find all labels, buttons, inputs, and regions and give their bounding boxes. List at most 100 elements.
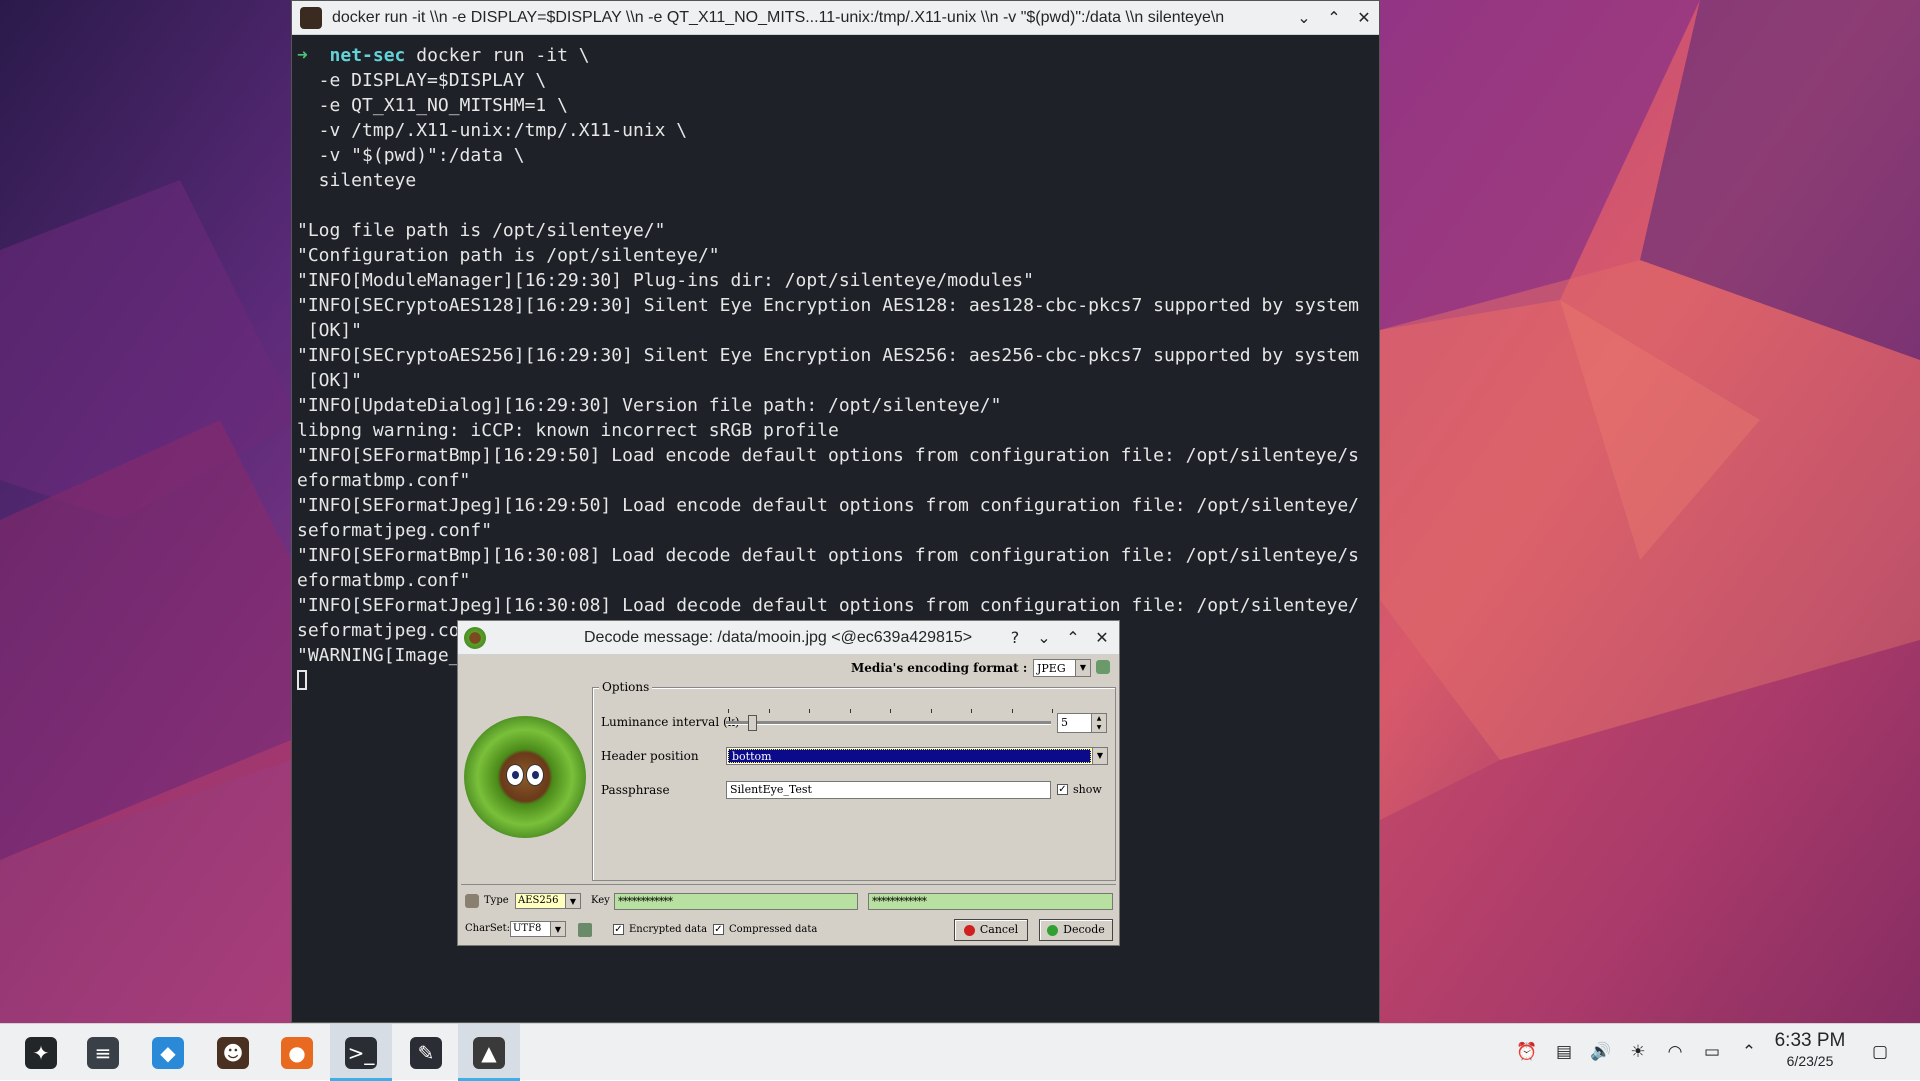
type-select[interactable]: AES256 ▼ xyxy=(515,893,581,909)
decode-message-dialog[interactable]: Decode message: /data/mooin.jpg <@ec639a… xyxy=(457,620,1120,946)
maximize-icon[interactable]: ⌃ xyxy=(1322,6,1346,30)
firefox-icon: ● xyxy=(281,1037,313,1069)
luminance-value: 5 xyxy=(1061,716,1068,729)
key-input[interactable]: ************ xyxy=(614,893,858,910)
slider-tick xyxy=(930,709,932,713)
dialog-titlebar[interactable]: Decode message: /data/mooin.jpg <@ec639a… xyxy=(458,621,1119,655)
luminance-slider-handle[interactable] xyxy=(748,715,758,731)
notifications-icon[interactable]: ⏰ xyxy=(1515,1040,1539,1064)
taskbar-app-button[interactable]: ✦ xyxy=(10,1024,72,1081)
show-checkbox[interactable]: ✓ xyxy=(1057,784,1068,795)
system-settings-icon: ≡ xyxy=(87,1037,119,1069)
decode-label: Decode xyxy=(1063,923,1105,936)
charset-options-icon[interactable] xyxy=(578,923,592,937)
brightness-icon[interactable]: ☀ xyxy=(1626,1040,1650,1064)
media-format-value: JPEG xyxy=(1037,662,1066,675)
terminal-output[interactable]: ➜ net-sec docker run -it \ -e DISPLAY=$D… xyxy=(297,43,1375,668)
clock-date[interactable]: 6/23/25 xyxy=(1770,1053,1850,1069)
compressed-data-checkbox[interactable]: ✓ xyxy=(713,924,724,935)
terminal-line: -e QT_X11_NO_MITSHM=1 \ xyxy=(297,95,568,116)
type-label: Type xyxy=(484,895,509,906)
terminal-line: "INFO[SEFormatJpeg][16:30:08] Load decod… xyxy=(297,595,1360,616)
format-options-icon[interactable] xyxy=(1096,660,1110,674)
charset-select[interactable]: UTF8 ▼ xyxy=(510,921,566,937)
prompt-directory: net-sec xyxy=(329,45,406,66)
taskbar-app-button[interactable]: >_ xyxy=(330,1024,392,1081)
passphrase-input[interactable]: SilentEye_Test xyxy=(726,781,1051,799)
terminal-line: eformatbmp.conf" xyxy=(297,470,471,491)
terminal-line: eformatbmp.conf" xyxy=(297,570,471,591)
silenteye-icon: ☻ xyxy=(217,1037,249,1069)
prompt-arrow: ➜ xyxy=(297,45,308,66)
battery-icon[interactable]: ▭ xyxy=(1700,1040,1724,1064)
maximize-icon[interactable]: ⌃ xyxy=(1061,626,1085,650)
terminal-line: silenteye xyxy=(297,170,417,191)
terminal-line: seformatjpeg.conf" xyxy=(297,520,493,541)
volume-icon[interactable]: 🔊 xyxy=(1589,1040,1613,1064)
terminal-line: -v "$(pwd)":/data \ xyxy=(297,145,525,166)
charset-value: UTF8 xyxy=(513,923,542,934)
silenteye-dialog-icon xyxy=(464,627,486,649)
luminance-label: Luminance interval (k) xyxy=(601,715,740,729)
terminal-line: "Log file path is /opt/silenteye/" xyxy=(297,220,666,241)
dialog-title: Decode message: /data/mooin.jpg <@ec639a… xyxy=(584,629,973,646)
silenteye-mascot-image xyxy=(464,716,586,838)
slider-tick xyxy=(1052,709,1053,713)
passphrase-label: Passphrase xyxy=(601,783,670,797)
terminal-line: "INFO[SEFormatJpeg][16:29:50] Load encod… xyxy=(297,495,1360,516)
show-desktop-icon[interactable]: ▢ xyxy=(1868,1040,1892,1064)
silenteye-app-icon: ▲ xyxy=(473,1037,505,1069)
terminal-icon: >_ xyxy=(345,1037,377,1069)
media-format-select[interactable]: JPEG ▼ xyxy=(1033,659,1091,677)
terminal-line: "INFO[UpdateDialog][16:29:30] Version fi… xyxy=(297,395,1002,416)
terminal-line: [OK]" xyxy=(297,370,363,391)
slider-tick xyxy=(1011,709,1013,713)
header-position-label: Header position xyxy=(601,749,699,763)
taskbar-app-button[interactable]: ✎ xyxy=(395,1024,457,1081)
terminal-line: [OK]" xyxy=(297,320,363,341)
slider-tick xyxy=(728,709,729,713)
spin-up-icon[interactable]: ▲ xyxy=(1091,714,1106,723)
taskbar-app-button[interactable]: ▲ xyxy=(458,1024,520,1081)
show-label: show xyxy=(1073,783,1102,796)
cancel-label: Cancel xyxy=(979,923,1019,936)
slider-tick xyxy=(809,709,810,713)
show-hidden-icon[interactable]: ⌃ xyxy=(1737,1040,1761,1064)
mascot-eye xyxy=(506,764,524,786)
text-editor-icon: ✎ xyxy=(410,1037,442,1069)
terminal-titlebar[interactable]: docker run -it \\n -e DISPLAY=$DISPLAY \… xyxy=(292,1,1379,35)
encrypted-data-checkbox[interactable]: ✓ xyxy=(613,924,624,935)
clipboard-icon[interactable]: ▤ xyxy=(1552,1040,1576,1064)
terminal-app-icon xyxy=(300,7,322,29)
help-icon[interactable]: ? xyxy=(1003,626,1027,650)
taskbar-app-button[interactable]: ● xyxy=(266,1024,328,1081)
spin-down-icon[interactable]: ▼ xyxy=(1091,723,1106,732)
media-format-label: Media's encoding format : xyxy=(851,661,1028,675)
encrypted-data-label: Encrypted data xyxy=(629,924,708,935)
terminal-line: "INFO[SECryptoAES128][16:29:30] Silent E… xyxy=(297,295,1360,316)
terminal-line: "Configuration path is /opt/silenteye/" xyxy=(297,245,720,266)
wifi-icon[interactable]: ◠ xyxy=(1663,1040,1687,1064)
cancel-button[interactable]: Cancel xyxy=(954,919,1028,941)
chevron-down-icon: ▼ xyxy=(1075,660,1090,676)
options-legend: Options xyxy=(599,680,653,694)
terminal-line: -e DISPLAY=$DISPLAY \ xyxy=(297,70,547,91)
minimize-icon[interactable]: ⌄ xyxy=(1032,626,1056,650)
key-confirm-input[interactable]: ************ xyxy=(868,893,1113,910)
terminal-cursor xyxy=(297,670,307,690)
luminance-slider[interactable] xyxy=(726,721,1051,725)
key-label: Key xyxy=(591,895,610,906)
decode-button[interactable]: Decode xyxy=(1039,919,1113,941)
close-icon[interactable]: ✕ xyxy=(1352,6,1376,30)
discover-store-icon: ◆ xyxy=(152,1037,184,1069)
clock-time[interactable]: 6:33 PM xyxy=(1770,1030,1850,1052)
terminal-line: "INFO[SEFormatBmp][16:30:08] Load decode… xyxy=(297,545,1360,566)
luminance-spinbox[interactable]: 5 ▲ ▼ xyxy=(1057,713,1107,733)
minimize-icon[interactable]: ⌄ xyxy=(1292,6,1316,30)
taskbar-app-button[interactable]: ≡ xyxy=(72,1024,134,1081)
header-position-select[interactable]: bottom ▼ xyxy=(726,747,1108,765)
close-icon[interactable]: ✕ xyxy=(1090,626,1114,650)
taskbar-app-button[interactable]: ◆ xyxy=(137,1024,199,1081)
taskbar-app-button[interactable]: ☻ xyxy=(202,1024,264,1081)
